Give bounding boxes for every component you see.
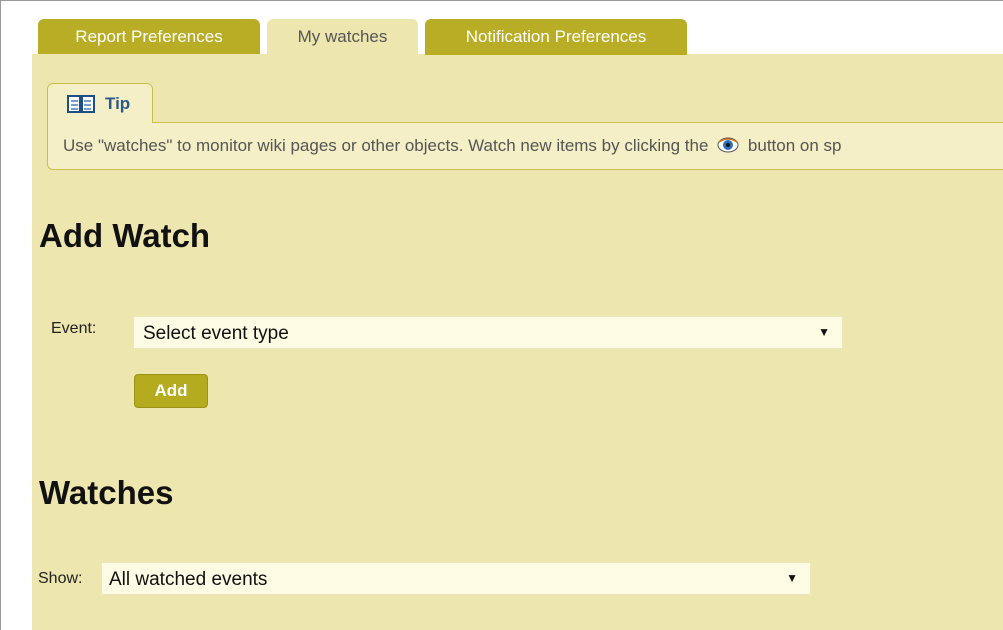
- book-icon: [67, 95, 95, 113]
- watches-heading: Watches: [39, 474, 174, 511]
- eye-icon: [717, 137, 739, 153]
- tab-report-preferences[interactable]: Report Preferences: [38, 19, 260, 55]
- event-type-select[interactable]: Select event type ▼: [133, 316, 843, 349]
- tab-my-watches[interactable]: My watches: [267, 19, 418, 56]
- show-filter-select[interactable]: All watched events ▼: [101, 562, 811, 595]
- show-label: Show:: [38, 570, 83, 587]
- tip-text-before: Use "watches" to monitor wiki pages or o…: [63, 136, 709, 155]
- tip-text-after: button on sp: [747, 136, 842, 155]
- add-button[interactable]: Add: [134, 374, 208, 408]
- tab-notification-preferences[interactable]: Notification Preferences: [425, 19, 687, 55]
- tip-title: Tip: [105, 94, 131, 113]
- event-label: Event:: [51, 320, 97, 337]
- tip-box: Use "watches" to monitor wiki pages or o…: [47, 122, 1003, 170]
- tip-text: Use "watches" to monitor wiki pages or o…: [63, 136, 841, 156]
- show-select-value: All watched events: [109, 569, 268, 590]
- dropdown-arrow-icon: ▼: [818, 325, 830, 339]
- add-watch-heading: Add Watch: [39, 217, 211, 254]
- event-select-value: Select event type: [143, 323, 289, 344]
- tip-header: Tip: [47, 83, 153, 123]
- dropdown-arrow-icon: ▼: [786, 571, 798, 585]
